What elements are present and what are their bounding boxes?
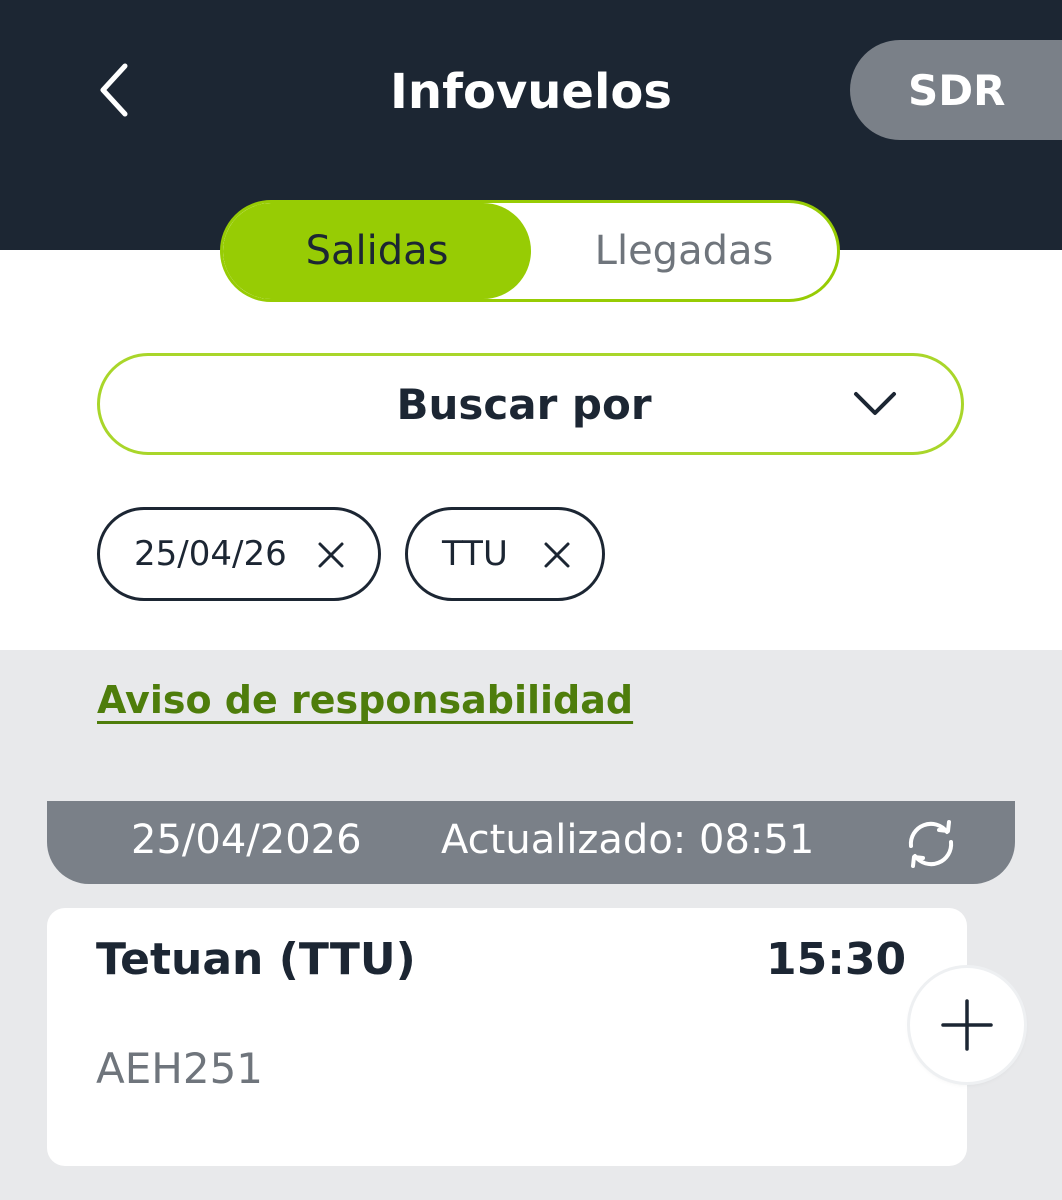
refresh-icon[interactable] (903, 819, 959, 869)
chevron-down-icon (854, 392, 896, 415)
disclaimer-link[interactable]: Aviso de responsabilidad (97, 678, 633, 722)
filter-chip-label: TTU (442, 534, 508, 574)
airport-selector-button[interactable]: SDR (850, 40, 1062, 140)
airport-code: SDR (908, 65, 1006, 115)
plus-icon (941, 999, 993, 1051)
filter-chip-date: 25/04/26 (97, 507, 381, 601)
flight-time: 15:30 (766, 934, 907, 985)
last-updated-text: Actualizado: 08:51 (441, 817, 815, 863)
flight-card[interactable]: Tetuan (TTU) 15:30 AEH251 (47, 908, 967, 1166)
search-by-label: Buscar por (396, 379, 652, 429)
search-by-dropdown[interactable]: Buscar por (97, 353, 964, 455)
tab-llegadas[interactable]: Llegadas (531, 203, 837, 299)
add-flight-button[interactable] (910, 968, 1024, 1082)
close-icon[interactable] (316, 540, 346, 570)
list-date: 25/04/2026 (131, 817, 362, 863)
app-screen: Infovuelos SDR Salidas Llegadas Buscar p… (0, 0, 1062, 1200)
date-header-bar: 25/04/2026 Actualizado: 08:51 (47, 801, 1015, 884)
flight-number: AEH251 (96, 1044, 264, 1093)
filter-chip-airport: TTU (405, 507, 605, 601)
flight-destination: Tetuan (TTU) (96, 934, 416, 985)
filter-chip-label: 25/04/26 (134, 534, 287, 574)
tab-salidas[interactable]: Salidas (223, 203, 531, 299)
departures-arrivals-toggle: Salidas Llegadas (220, 200, 840, 302)
close-icon[interactable] (542, 540, 572, 570)
